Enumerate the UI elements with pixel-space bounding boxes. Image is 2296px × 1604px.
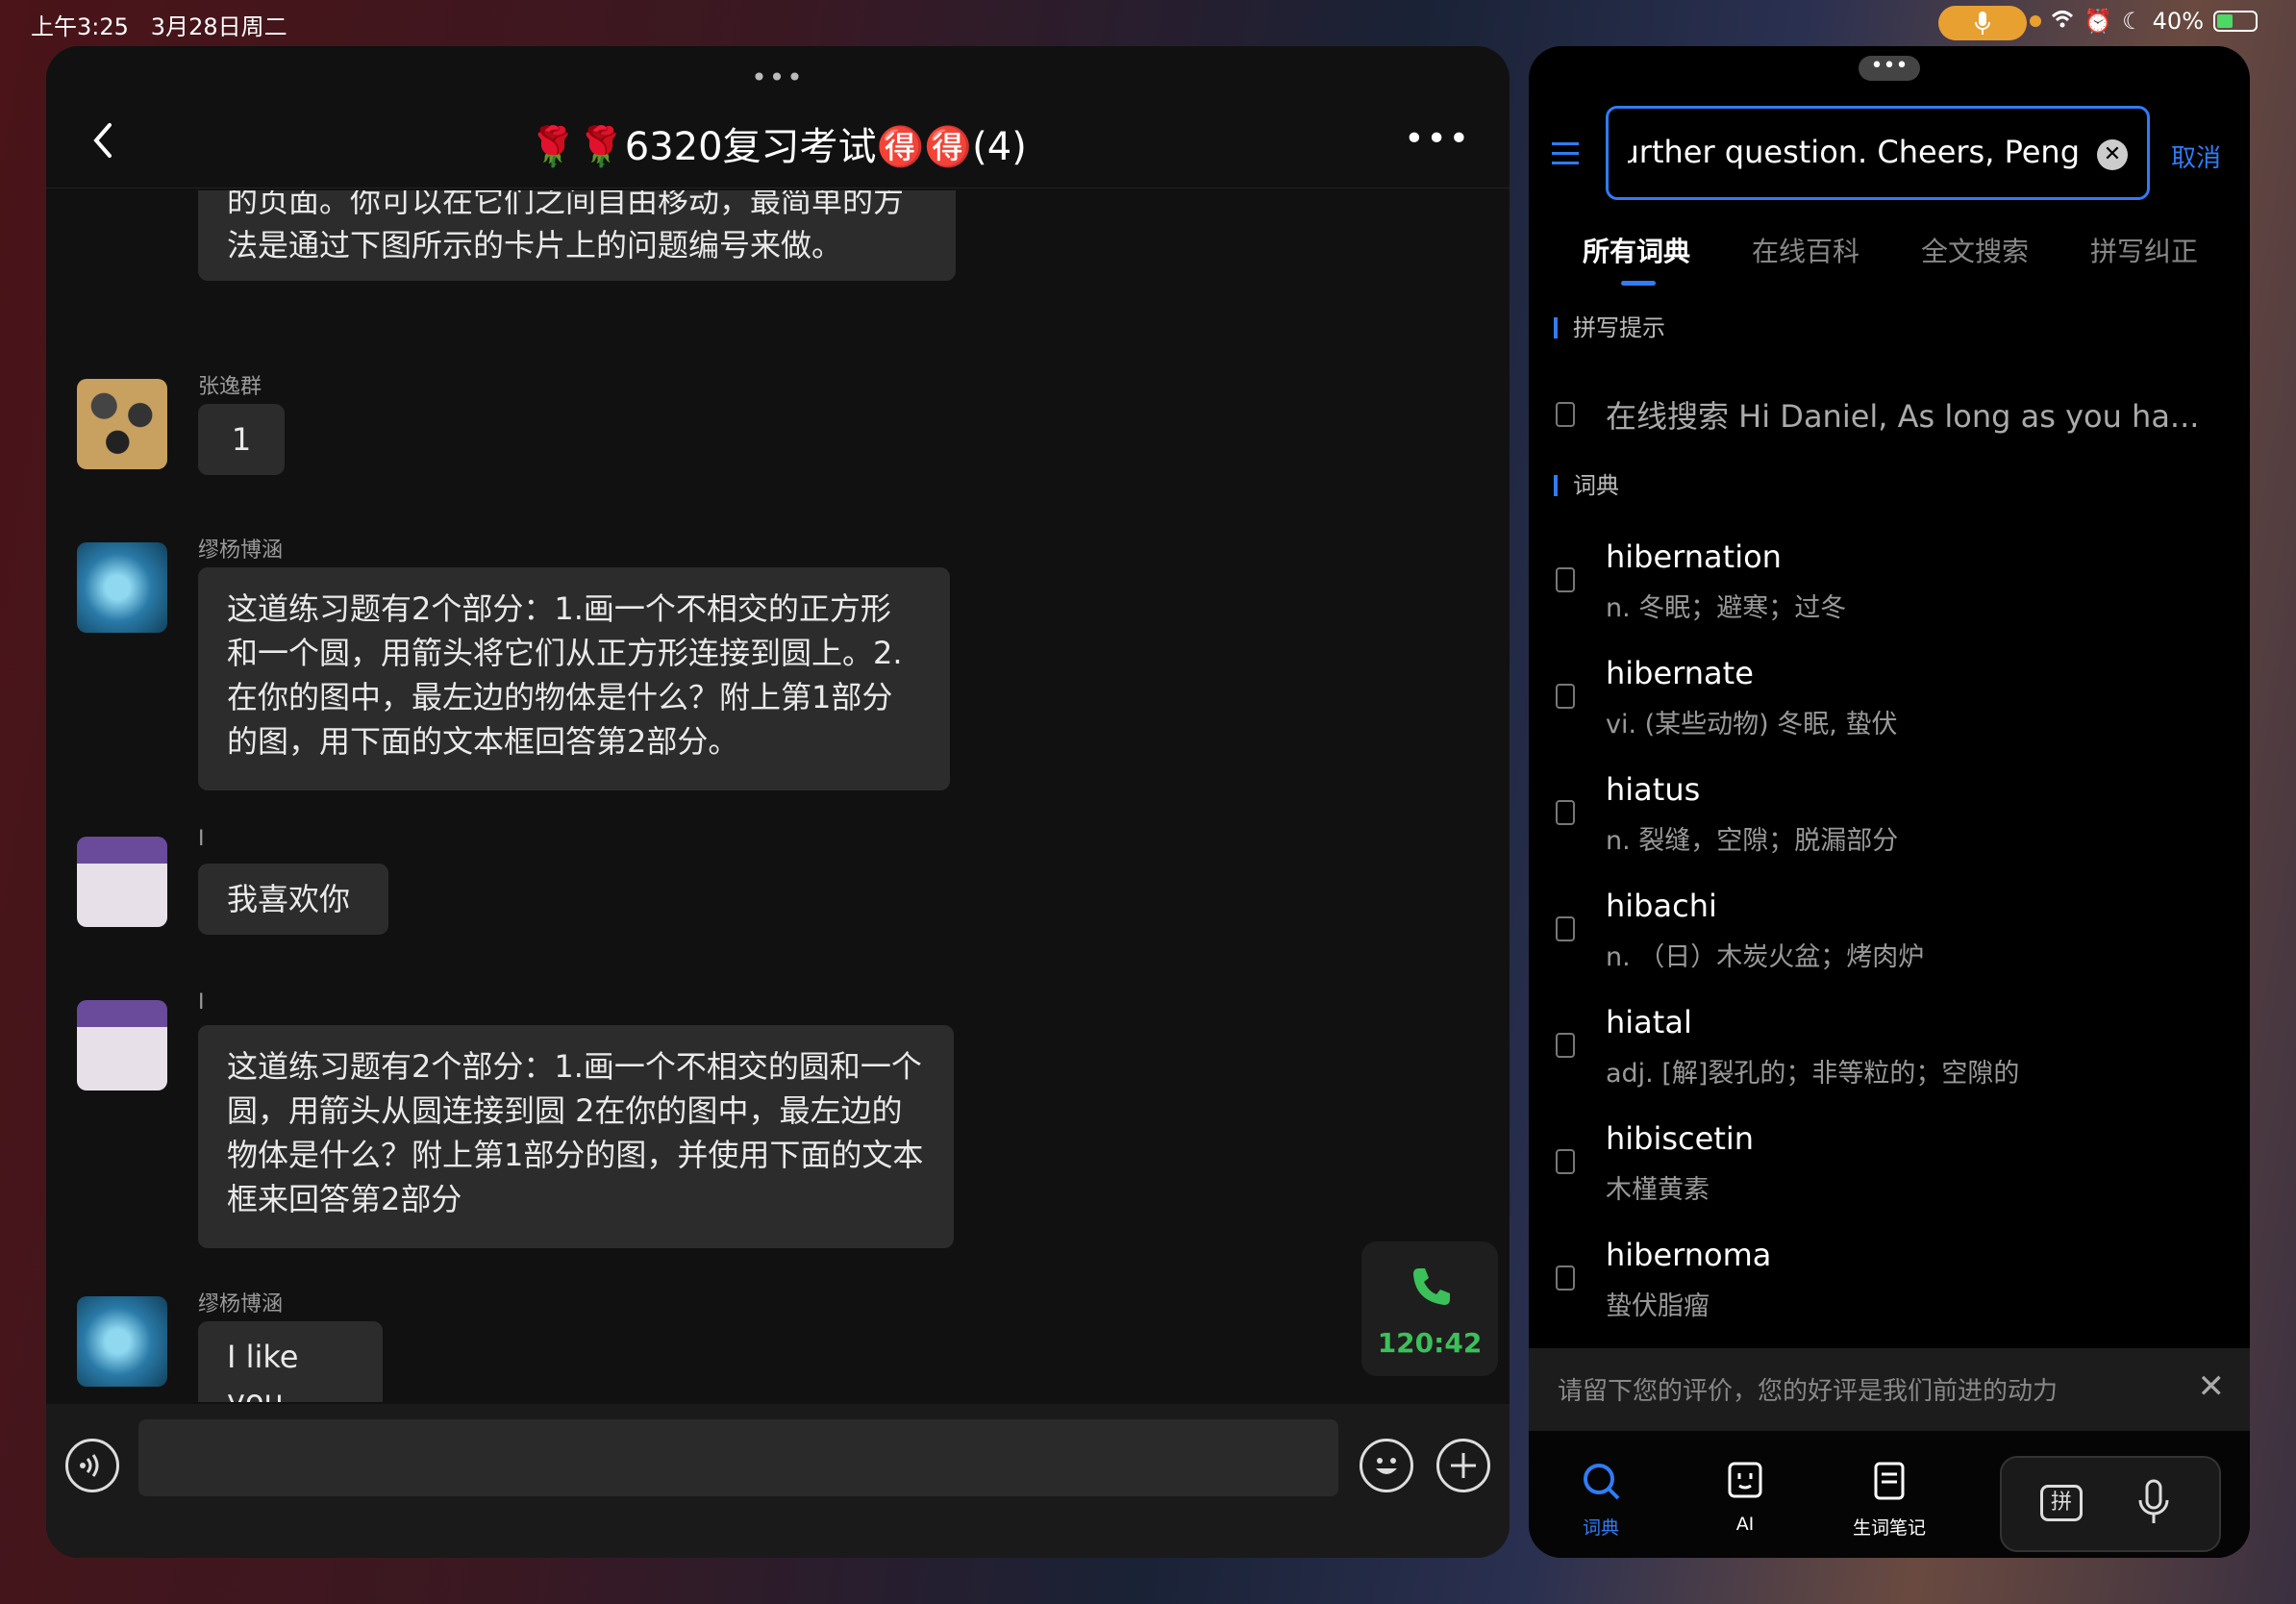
document-icon: [1556, 1266, 1575, 1291]
message-bubble[interactable]: 1: [198, 404, 285, 475]
tab-spell-correction[interactable]: 拼写纠正: [2090, 231, 2198, 269]
search-icon: [1584, 1464, 1620, 1500]
smile-icon: [1376, 1458, 1397, 1474]
section-title-spelling: 拼写提示: [1554, 316, 1665, 339]
document-icon: [1556, 684, 1575, 709]
dictionary-entry[interactable]: hibernation n. 冬眠；避寒；过冬: [1529, 529, 2250, 644]
avatar[interactable]: [77, 1296, 167, 1387]
menu-icon[interactable]: [1552, 142, 1579, 165]
nav-dictionary[interactable]: 词典: [1558, 1460, 1644, 1540]
window-grabber[interactable]: •••: [751, 62, 805, 93]
voice-input-button[interactable]: [65, 1439, 119, 1492]
avatar[interactable]: [77, 542, 167, 633]
sender-name: I: [198, 990, 205, 1015]
clear-icon[interactable]: ✕: [2097, 139, 2128, 170]
document-icon: [1556, 402, 1575, 427]
dictionary-window: ••• urther question. Cheers, Peng ✕ 取消 所…: [1529, 46, 2250, 1558]
plus-icon: [1451, 1453, 1476, 1478]
dictionary-entry[interactable]: hibiscetin 木槿黄素: [1529, 1111, 2250, 1226]
avatar[interactable]: [77, 837, 167, 927]
battery-icon: [2213, 11, 2258, 32]
avatar[interactable]: [77, 1000, 167, 1090]
sender-name: 缪杨博涵: [198, 539, 284, 563]
message-list[interactable]: 的页面。你可以在它们之间自由移动，最简单的方法是通过下图所示的卡片上的问题编号来…: [46, 190, 1510, 1402]
more-icon[interactable]: •••: [1404, 119, 1471, 159]
orange-dot-icon: [2030, 15, 2042, 27]
message-bubble[interactable]: 这道练习题有2个部分：1.画一个不相交的正方形和一个圆，用箭头将它们从正方形连接…: [198, 567, 950, 790]
message-bubble[interactable]: 的页面。你可以在它们之间自由移动，最简单的方法是通过下图所示的卡片上的问题编号来…: [198, 190, 956, 281]
status-time: 上午3:25 3月28日周二: [31, 13, 287, 40]
pinyin-button[interactable]: 拼: [2040, 1485, 2083, 1521]
status-right: ⏰ ☾ 40%: [2030, 8, 2258, 35]
status-bar: 上午3:25 3月28日周二 ⏰ ☾ 40%: [0, 0, 2296, 46]
input-bar: [46, 1404, 1510, 1558]
message-input[interactable]: [138, 1419, 1338, 1496]
bottom-navigation: 词典 AI 生词笔记 拼: [1529, 1431, 2250, 1558]
search-input[interactable]: urther question. Cheers, Peng ✕: [1606, 106, 2150, 200]
section-title-dictionary: 词典: [1554, 474, 1619, 497]
dictionary-entry[interactable]: hiatus n. 裂缝，空隙；脱漏部分: [1529, 762, 2250, 877]
mic-indicator-icon: [1938, 6, 2027, 40]
nav-vocab-notes[interactable]: 生词笔记: [1846, 1460, 1933, 1540]
document-icon: [1556, 1033, 1575, 1058]
phone-icon: [1413, 1268, 1450, 1305]
dictionary-entry[interactable]: hibernate vi. (某些动物) 冬眠, 蛰伏: [1529, 645, 2250, 761]
notes-icon: [1874, 1462, 1905, 1500]
wifi-icon: [2051, 8, 2074, 35]
call-card[interactable]: 120:42: [1361, 1241, 1498, 1376]
message-bubble[interactable]: 我喜欢你: [198, 864, 388, 935]
online-search-hint[interactable]: 在线搜索 Hi Daniel, As long as you ha...: [1529, 375, 2250, 452]
close-icon[interactable]: ✕: [2198, 1367, 2226, 1406]
dictionary-tabs: 所有词典 在线百科 全文搜索 拼写纠正: [1529, 231, 2250, 288]
message-bubble[interactable]: I like you: [198, 1321, 383, 1402]
call-duration: 120:42: [1377, 1327, 1483, 1359]
dictionary-entry[interactable]: hibernoma 蛰伏脂瘤: [1529, 1227, 2250, 1342]
message-bubble[interactable]: 这道练习题有2个部分：1.画一个不相交的圆和一个圆，用箭头从圆连接到圆 2在你的…: [198, 1025, 954, 1248]
moon-icon: ☾: [2122, 8, 2143, 35]
battery-percent: 40%: [2152, 8, 2204, 35]
add-button[interactable]: [1436, 1439, 1490, 1492]
active-tab-indicator: [1621, 281, 1656, 286]
voice-icon: [80, 1454, 99, 1477]
tab-all-dictionaries[interactable]: 所有词典: [1583, 231, 1690, 269]
ai-icon: [1728, 1462, 1762, 1498]
input-mode-pill: 拼: [2000, 1456, 2221, 1552]
chat-header: 🌹🌹6320复习考试🉐🉐(4) •••: [46, 92, 1510, 188]
nav-ai[interactable]: AI: [1702, 1460, 1788, 1535]
avatar[interactable]: [77, 379, 167, 469]
dictionary-entry[interactable]: hiatal adj. [解]裂孔的；非等粒的；空隙的: [1529, 994, 2250, 1110]
cancel-button[interactable]: 取消: [2171, 138, 2221, 174]
sender-name: I: [198, 827, 205, 851]
feedback-banner[interactable]: 请留下您的评价，您的好评是我们前进的动力 ✕: [1529, 1348, 2250, 1431]
alarm-icon: ⏰: [2084, 8, 2113, 35]
chat-title: 🌹🌹6320复习考试🉐🉐(4): [529, 125, 1027, 169]
sender-name: 张逸群: [198, 375, 262, 399]
window-grabber[interactable]: •••: [1859, 56, 1920, 81]
document-icon: [1556, 800, 1575, 825]
document-icon: [1556, 1149, 1575, 1174]
dictionary-entry[interactable]: hibachi n. （日）木炭火盆；烤肉炉: [1529, 878, 2250, 993]
search-input-value[interactable]: urther question. Cheers, Peng: [1628, 134, 2080, 170]
tab-fulltext-search[interactable]: 全文搜索: [1921, 231, 2029, 269]
emoji-button[interactable]: [1360, 1439, 1413, 1492]
tab-online-encyclopedia[interactable]: 在线百科: [1752, 231, 1859, 269]
sender-name: 缪杨博涵: [198, 1292, 284, 1316]
document-icon: [1556, 916, 1575, 941]
chat-window: ••• 🌹🌹6320复习考试🉐🉐(4) ••• 的页面。你可以在它们之间自由移动…: [46, 46, 1510, 1558]
microphone-icon[interactable]: [2136, 1479, 2171, 1527]
document-icon: [1556, 567, 1575, 592]
